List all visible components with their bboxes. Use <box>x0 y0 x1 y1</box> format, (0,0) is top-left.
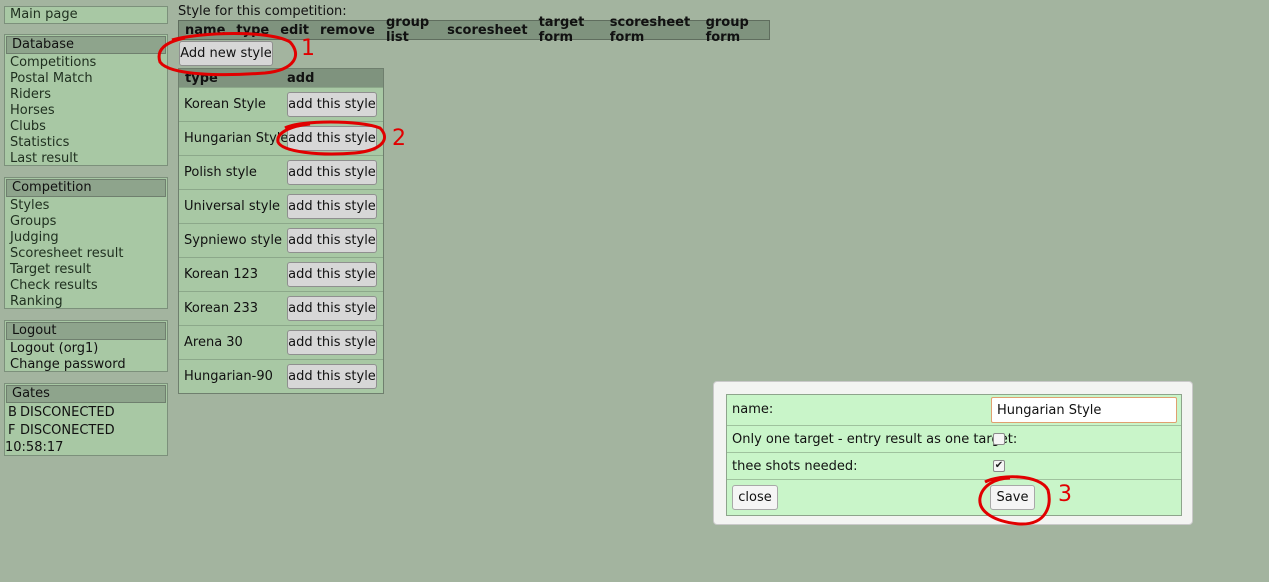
one-target-checkbox[interactable] <box>993 433 1005 445</box>
table-row: Korean Style add this style <box>179 87 383 121</box>
menu-item-ranking[interactable]: Ranking <box>5 294 167 310</box>
one-target-label: Only one target - entry result as one ta… <box>732 432 1018 447</box>
three-shots-checkbox[interactable]: ✔ <box>993 460 1005 472</box>
add-this-style-button[interactable]: add this style <box>287 296 377 321</box>
style-type-name: Korean Style <box>184 97 266 112</box>
menu-item-statistics[interactable]: Statistics <box>5 135 167 151</box>
table-row: Sypniewo style add this style <box>179 223 383 257</box>
gate-status-row: F DISCONECTED <box>5 422 167 440</box>
gate-label: B <box>8 405 17 420</box>
annotation-number-2: 2 <box>392 126 406 151</box>
competition-menu: Competition Styles Groups Judging Scores… <box>4 177 168 309</box>
three-shots-label: thee shots needed: <box>732 459 858 474</box>
menu-item-groups[interactable]: Groups <box>5 214 167 230</box>
checkmark-icon: ✔ <box>994 460 1004 471</box>
styles-caption: Style for this competition: <box>178 4 347 19</box>
new-style-dialog: name: Only one target - entry result as … <box>713 381 1193 525</box>
col-group-form: group form <box>705 15 749 45</box>
styles-table-header: name type edit remove group list scoresh… <box>178 15 770 45</box>
add-this-style-button[interactable]: add this style <box>287 92 377 117</box>
table-row: Polish style add this style <box>179 155 383 189</box>
annotation-number-1: 1 <box>301 36 315 61</box>
style-types-header: type add <box>179 69 383 87</box>
table-row: Arena 30 add this style <box>179 325 383 359</box>
add-this-style-button[interactable]: add this style <box>287 194 377 219</box>
add-this-style-button[interactable]: add this style <box>287 126 377 151</box>
col-type-header: type <box>185 70 218 86</box>
gate-status-row: B DISCONECTED <box>5 404 167 422</box>
add-this-style-button[interactable]: add this style <box>287 364 377 389</box>
gates-panel: Gates B DISCONECTED F DISCONECTED 10:58:17 <box>4 383 168 456</box>
col-target-form: target form <box>538 15 585 45</box>
menu-item-logout[interactable]: Logout (org1) <box>5 341 167 357</box>
col-add-header: add <box>287 70 315 86</box>
table-row: Universal style add this style <box>179 189 383 223</box>
style-type-name: Arena 30 <box>184 335 243 350</box>
style-type-name: Universal style <box>184 199 281 214</box>
col-remove: remove <box>320 22 375 38</box>
form-row-name: name: <box>727 395 1181 426</box>
col-name: name <box>185 22 226 38</box>
style-type-name: Hungarian Style <box>184 131 289 146</box>
clock-time: 10:58:17 <box>5 440 64 455</box>
gates-panel-title: Gates <box>6 385 166 403</box>
style-name-input[interactable] <box>991 397 1177 423</box>
form-row-three-shots: thee shots needed: ✔ <box>727 453 1181 480</box>
form-row-one-target: Only one target - entry result as one ta… <box>727 426 1181 453</box>
database-menu: Database Competitions Postal Match Rider… <box>4 34 168 166</box>
style-types-table: type add Korean Style add this style Hung… <box>178 68 384 394</box>
col-type: type <box>236 22 270 38</box>
gate-status: DISCONECTED <box>20 423 115 438</box>
new-style-form: name: Only one target - entry result as … <box>726 394 1182 516</box>
table-row: Korean 233 add this style <box>179 291 383 325</box>
menu-item-postal-match[interactable]: Postal Match <box>5 71 167 87</box>
form-row-actions: close Save <box>727 480 1181 515</box>
menu-item-target-result[interactable]: Target result <box>5 262 167 278</box>
col-scoresheet-form: scoresheet form <box>609 15 691 45</box>
menu-item-clubs[interactable]: Clubs <box>5 119 167 135</box>
table-row: Hungarian Style add this style <box>179 121 383 155</box>
add-new-style-button[interactable]: Add new style <box>179 41 273 66</box>
menu-item-change-password[interactable]: Change password <box>5 357 167 373</box>
add-this-style-button[interactable]: add this style <box>287 160 377 185</box>
style-type-name: Sypniewo style <box>184 233 282 248</box>
main-page-link[interactable]: Main page <box>5 7 167 23</box>
database-menu-title: Database <box>6 36 166 54</box>
col-scoresheet: scoresheet <box>447 22 528 38</box>
col-group-list: group list <box>386 15 430 45</box>
style-type-name: Polish style <box>184 165 257 180</box>
add-this-style-button[interactable]: add this style <box>287 228 377 253</box>
menu-item-competitions[interactable]: Competitions <box>5 55 167 71</box>
add-this-style-button[interactable]: add this style <box>287 262 377 287</box>
style-type-name: Korean 123 <box>184 267 259 282</box>
table-row: Korean 123 add this style <box>179 257 383 291</box>
menu-item-scoresheet-result[interactable]: Scoresheet result <box>5 246 167 262</box>
logout-menu: Logout Logout (org1) Change password <box>4 320 168 372</box>
menu-item-judging[interactable]: Judging <box>5 230 167 246</box>
menu-item-riders[interactable]: Riders <box>5 87 167 103</box>
gate-label: F <box>8 423 16 438</box>
style-type-name: Hungarian-90 <box>184 369 273 384</box>
gate-status: DISCONECTED <box>20 405 115 420</box>
name-label: name: <box>732 402 774 417</box>
main-page-box: Main page <box>4 6 168 24</box>
logout-menu-title: Logout <box>6 322 166 340</box>
menu-item-last-result[interactable]: Last result <box>5 151 167 167</box>
add-this-style-button[interactable]: add this style <box>287 330 377 355</box>
style-type-name: Korean 233 <box>184 301 259 316</box>
menu-item-styles[interactable]: Styles <box>5 198 167 214</box>
menu-item-horses[interactable]: Horses <box>5 103 167 119</box>
close-button[interactable]: close <box>732 485 778 510</box>
competition-menu-title: Competition <box>6 179 166 197</box>
table-row: Hungarian-90 add this style <box>179 359 383 393</box>
menu-item-check-results[interactable]: Check results <box>5 278 167 294</box>
save-button[interactable]: Save <box>990 485 1035 510</box>
annotation-number-3: 3 <box>1058 482 1072 507</box>
